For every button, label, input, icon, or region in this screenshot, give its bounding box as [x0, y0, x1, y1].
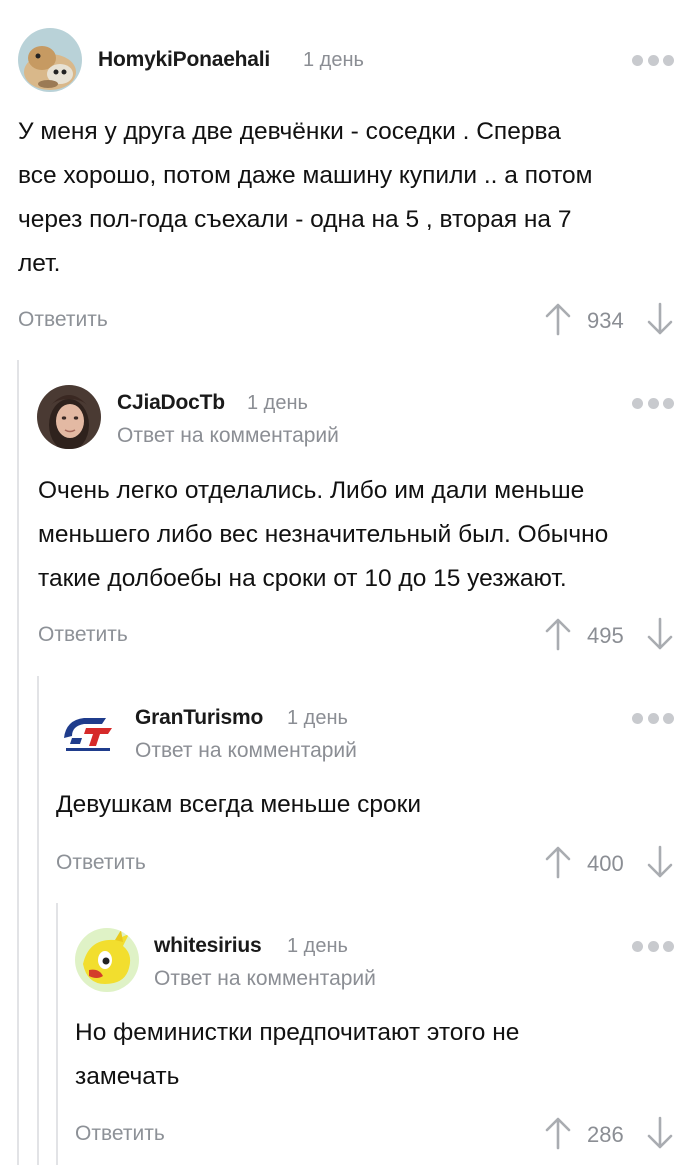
comment-time: 1 день — [247, 392, 308, 414]
reply-to-prefix: Ответ на — [135, 739, 222, 762]
comment-time: 1 день — [287, 935, 348, 957]
comment-text-line: У меня у друга две девчёнки - соседки . … — [18, 118, 561, 145]
more-options-icon[interactable] — [632, 712, 674, 724]
downvote-arrow-icon[interactable] — [647, 845, 673, 879]
comment-text-line: меньшего либо вес незначительный был. Об… — [38, 521, 609, 548]
reply-to-prefix: Ответ на — [154, 967, 241, 990]
hamster-avatar[interactable] — [18, 28, 82, 92]
comment-author[interactable]: HomykiPonaehali — [98, 48, 270, 72]
vote-widget: 286 — [545, 1116, 675, 1156]
reply-to-label: Ответ на комментарий — [117, 424, 339, 448]
reply-to-label: Ответ на комментарий — [135, 739, 357, 763]
reply-button[interactable]: Ответить — [75, 1122, 165, 1146]
upvote-arrow-icon[interactable] — [545, 1116, 571, 1150]
comment-text-line: Очень легко отделались. Либо им дали мен… — [38, 477, 585, 504]
woman-photo-avatar[interactable] — [37, 385, 101, 449]
reply-to-link[interactable]: комментарий — [246, 967, 375, 990]
comment-author[interactable]: GranTurismo — [135, 706, 263, 730]
comment-time: 1 день — [287, 707, 348, 729]
more-options-icon[interactable] — [632, 54, 674, 66]
downvote-arrow-icon[interactable] — [647, 302, 673, 336]
yellow-bird-avatar[interactable] — [75, 928, 139, 992]
comment-author[interactable]: whitesirius — [154, 934, 262, 958]
upvote-arrow-icon[interactable] — [545, 302, 571, 336]
comment-text-line: Но феминистки предпочитают этого не — [75, 1019, 520, 1046]
comment-text-line: все хорошо, потом даже машину купили .. … — [18, 162, 593, 189]
comment-text-line: лет. — [18, 250, 61, 277]
comment-text: Но феминистки предпочитают этого не заме… — [75, 1011, 519, 1099]
thread-line-level-3 — [56, 903, 58, 1165]
downvote-arrow-icon[interactable] — [647, 1116, 673, 1150]
comment-text-line: такие долбоебы на сроки от 10 до 15 уезж… — [38, 565, 567, 592]
gran-turismo-logo-avatar[interactable] — [56, 700, 120, 764]
comment-author[interactable]: CJiaDocTb — [117, 391, 225, 415]
vote-count: 400 — [587, 851, 624, 876]
reply-to-link[interactable]: комментарий — [227, 739, 356, 762]
reply-to-prefix: Ответ на — [117, 424, 204, 447]
reply-button[interactable]: Ответить — [18, 308, 108, 332]
comment-text-line: через пол-года съехали - одна на 5 , вто… — [18, 206, 572, 233]
reply-button[interactable]: Ответить — [38, 623, 128, 647]
comment-text: У меня у друга две девчёнки - соседки . … — [18, 110, 593, 286]
vote-count: 934 — [587, 308, 624, 333]
comment-text-line: замечать — [75, 1063, 180, 1090]
thread-line-level-2 — [37, 676, 39, 1165]
vote-count: 286 — [587, 1122, 624, 1147]
reply-to-label: Ответ на комментарий — [154, 967, 376, 991]
upvote-arrow-icon[interactable] — [545, 845, 571, 879]
more-options-icon[interactable] — [632, 940, 674, 952]
comment-time: 1 день — [303, 49, 364, 71]
comment-text: Очень легко отделались. Либо им дали мен… — [38, 469, 608, 601]
comment-text: Девушкам всегда меньше сроки — [56, 783, 421, 827]
vote-widget: 934 — [545, 302, 675, 342]
reply-button[interactable]: Ответить — [56, 851, 146, 875]
upvote-arrow-icon[interactable] — [545, 617, 571, 651]
more-options-icon[interactable] — [632, 397, 674, 409]
comment-text-line: Девушкам всегда меньше сроки — [56, 791, 422, 818]
reply-to-link[interactable]: комментарий — [209, 424, 338, 447]
thread-line-level-1 — [17, 360, 19, 1165]
vote-count: 495 — [587, 623, 624, 648]
vote-widget: 495 — [545, 617, 675, 657]
downvote-arrow-icon[interactable] — [647, 617, 673, 651]
vote-widget: 400 — [545, 845, 675, 885]
